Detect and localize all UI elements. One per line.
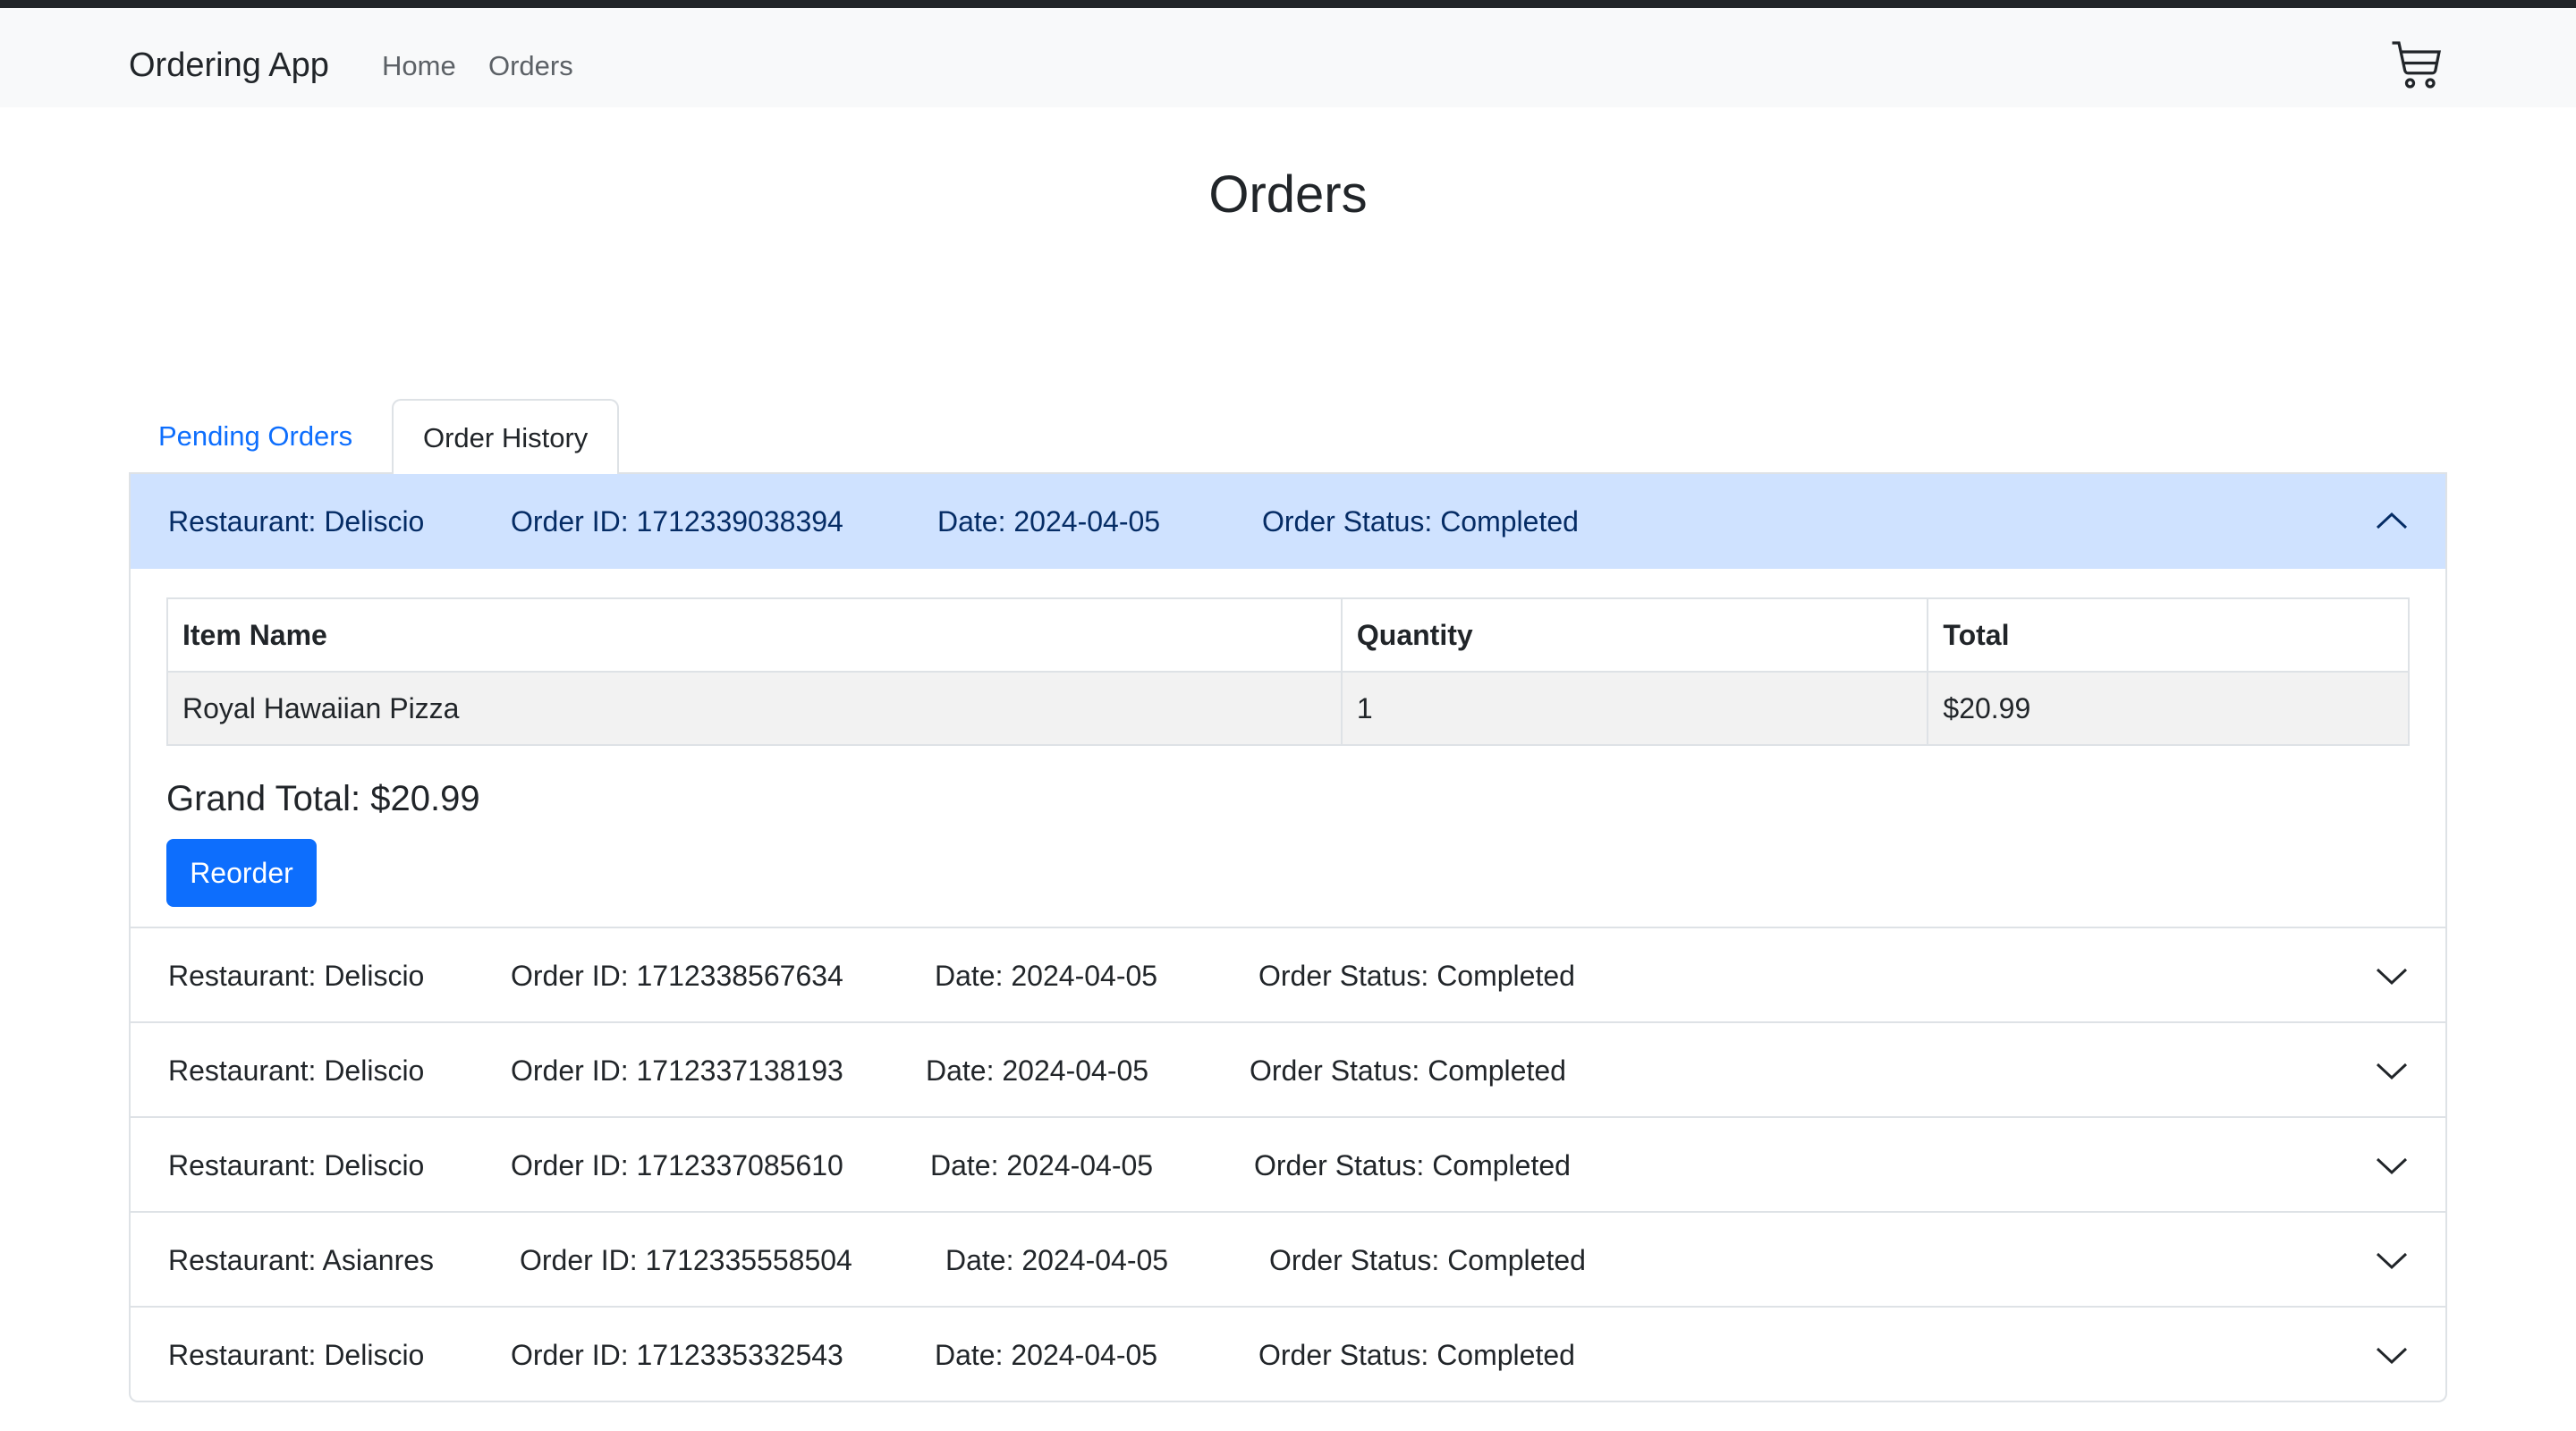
order-date: Date: 2024-04-05 (926, 1054, 1149, 1087)
order-restaurant: Restaurant: Deliscio (168, 1149, 425, 1181)
order-header[interactable]: Restaurant: Deliscio Order ID: 171233713… (131, 1021, 2445, 1116)
item-name-cell: Royal Hawaiian Pizza (166, 671, 1343, 746)
chevron-down-icon[interactable] (2376, 1342, 2408, 1368)
order-restaurant: Restaurant: Deliscio (168, 960, 425, 992)
order-id: Order ID: 1712335558504 (520, 1244, 852, 1276)
column-header-total: Total (1927, 597, 2410, 673)
order-restaurant: Restaurant: Deliscio (168, 505, 425, 538)
column-header-item-name: Item Name (166, 597, 1343, 673)
nav-link-orders[interactable]: Orders (488, 44, 573, 89)
tab-order-history[interactable]: Order History (392, 399, 620, 476)
cart-icon[interactable] (2390, 38, 2444, 92)
order-status: Order Status: Completed (1258, 960, 1575, 992)
order-status: Order Status: Completed (1269, 1244, 1586, 1276)
item-quantity-cell: 1 (1340, 671, 1929, 746)
nav-link-home[interactable]: Home (382, 44, 456, 89)
order-id: Order ID: 1712335332543 (511, 1339, 843, 1371)
tab-pending-orders[interactable]: Pending Orders (129, 399, 382, 476)
order-restaurant: Restaurant: Deliscio (168, 1339, 425, 1371)
order-details: Item Name Quantity Total Royal Hawaiian … (131, 569, 2445, 927)
table-row: Royal Hawaiian Pizza 1 $20.99 (166, 671, 2410, 746)
order-restaurant: Restaurant: Deliscio (168, 1054, 425, 1087)
order-header[interactable]: Restaurant: Deliscio Order ID: 171233903… (131, 474, 2445, 569)
order-status: Order Status: Completed (1250, 1054, 1566, 1087)
chevron-up-icon[interactable] (2376, 508, 2408, 535)
order-date: Date: 2024-04-05 (935, 960, 1158, 992)
column-header-quantity: Quantity (1340, 597, 1929, 673)
order-header[interactable]: Restaurant: Deliscio Order ID: 171233533… (131, 1306, 2445, 1401)
chevron-down-icon[interactable] (2376, 1152, 2408, 1179)
brand-logo[interactable]: Ordering App (129, 38, 329, 92)
order-date: Date: 2024-04-05 (937, 505, 1161, 538)
order-date: Date: 2024-04-05 (945, 1244, 1169, 1276)
order-status: Order Status: Completed (1254, 1149, 1571, 1181)
reorder-button[interactable]: Reorder (166, 839, 317, 907)
order-header[interactable]: Restaurant: Deliscio Order ID: 171233856… (131, 927, 2445, 1021)
top-bar (0, 0, 2576, 8)
order-header[interactable]: Restaurant: Deliscio Order ID: 171233708… (131, 1116, 2445, 1211)
order-restaurant: Restaurant: Asianres (168, 1244, 435, 1276)
chevron-down-icon[interactable] (2376, 962, 2408, 989)
navbar: Ordering App Home Orders (0, 8, 2576, 107)
order-id: Order ID: 1712339038394 (511, 505, 843, 538)
grand-total: Grand Total: $20.99 (166, 779, 480, 818)
chevron-down-icon[interactable] (2376, 1247, 2408, 1274)
order-status: Order Status: Completed (1258, 1339, 1575, 1371)
order-header[interactable]: Restaurant: Asianres Order ID: 171233555… (131, 1211, 2445, 1306)
order-items-table: Item Name Quantity Total Royal Hawaiian … (166, 597, 2410, 746)
item-total-cell: $20.99 (1927, 671, 2410, 746)
order-tabs: Pending Orders Order History (129, 399, 2447, 476)
order-id: Order ID: 1712338567634 (511, 960, 843, 992)
order-id: Order ID: 1712337138193 (511, 1054, 843, 1087)
order-date: Date: 2024-04-05 (935, 1339, 1158, 1371)
order-status: Order Status: Completed (1262, 505, 1579, 538)
chevron-down-icon[interactable] (2376, 1057, 2408, 1084)
page-title: Orders (1208, 165, 1368, 224)
orders-accordion: Restaurant: Deliscio Order ID: 171233903… (129, 474, 2447, 1402)
order-date: Date: 2024-04-05 (930, 1149, 1154, 1181)
order-id: Order ID: 1712337085610 (511, 1149, 843, 1181)
